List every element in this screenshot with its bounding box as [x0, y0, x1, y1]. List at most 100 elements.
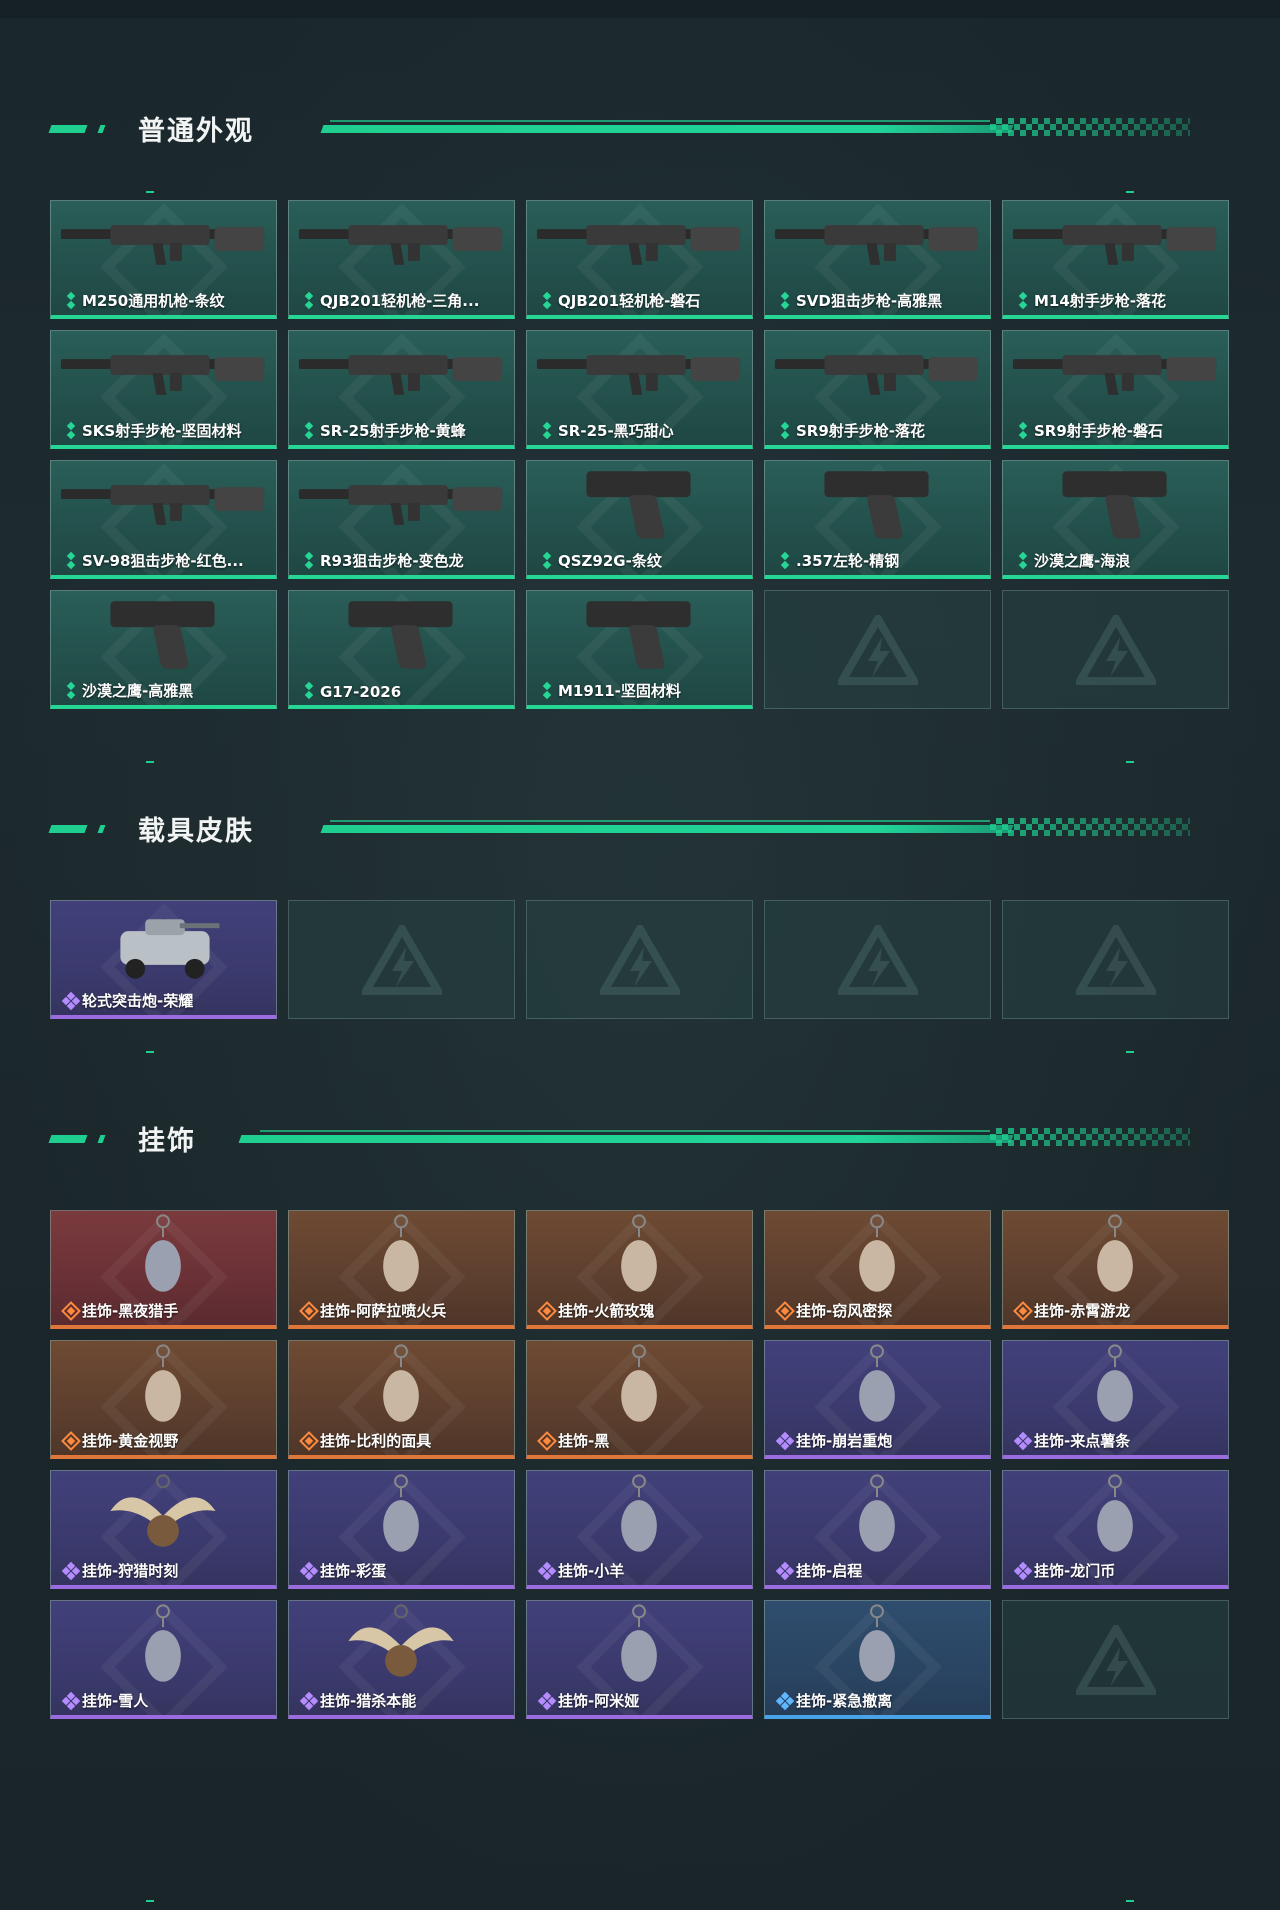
- item-name: SV-98狙击步枪-红色...: [82, 552, 244, 570]
- item-card[interactable]: 挂饰-狩猎时刻: [50, 1470, 277, 1589]
- item-name: 挂饰-黄金视野: [82, 1432, 179, 1450]
- empty-slot: [764, 900, 991, 1019]
- item-card[interactable]: M250通用机枪-条纹: [50, 200, 277, 319]
- item-name: 轮式突击炮-荣耀: [82, 992, 194, 1010]
- item-card[interactable]: 挂饰-比利的面具: [288, 1340, 515, 1459]
- item-card[interactable]: SVD狙击步枪-高雅黑: [764, 200, 991, 319]
- rarity-icon: [63, 681, 79, 700]
- rarity-icon: [301, 551, 317, 570]
- item-card[interactable]: 沙漠之鹰-海浪: [1002, 460, 1229, 579]
- item-card[interactable]: .357左轮-精钢: [764, 460, 991, 579]
- item-card[interactable]: 挂饰-猎杀本能: [288, 1600, 515, 1719]
- machine-gun-icon: [60, 225, 265, 265]
- item-card[interactable]: SV-98狙击步枪-红色...: [50, 460, 277, 579]
- section-title: 挂饰: [138, 1126, 196, 1157]
- item-card[interactable]: 挂饰-启程: [764, 1470, 991, 1589]
- frame-marker: [146, 761, 154, 763]
- header-checker-pattern: [990, 818, 1190, 836]
- item-grid: 轮式突击炮-荣耀: [50, 900, 1230, 1019]
- item-card[interactable]: SR9射手步枪-磐石: [1002, 330, 1229, 449]
- marksman-rifle-icon: [1012, 355, 1217, 395]
- item-card[interactable]: SR-25射手步枪-黄蜂: [288, 330, 515, 449]
- item-card[interactable]: 挂饰-阿萨拉喷火兵: [288, 1210, 515, 1329]
- header-accent-bar: [48, 125, 88, 133]
- item-card[interactable]: R93狙击步枪-变色龙: [288, 460, 515, 579]
- item-name: 挂饰-龙门币: [1034, 1562, 1116, 1580]
- item-card[interactable]: QJB201轻机枪-磐石: [526, 200, 753, 319]
- light-machine-gun-icon: [536, 225, 741, 265]
- rarity-icon: [537, 1691, 557, 1711]
- item-card[interactable]: G17-2026: [288, 590, 515, 709]
- item-card[interactable]: 轮式突击炮-荣耀: [50, 900, 277, 1019]
- item-card[interactable]: 挂饰-窃风密探: [764, 1210, 991, 1329]
- top-bar: [0, 0, 1280, 18]
- placeholder-logo-icon: [1075, 924, 1156, 995]
- rarity-icon: [775, 1301, 795, 1321]
- snowman-charm-icon: [145, 1604, 181, 1682]
- header-line: [238, 1135, 1014, 1143]
- frame-marker: [146, 191, 154, 193]
- item-name: 挂饰-阿萨拉喷火兵: [320, 1302, 447, 1320]
- item-card[interactable]: 挂饰-黄金视野: [50, 1340, 277, 1459]
- item-card[interactable]: 挂饰-来点薯条: [1002, 1340, 1229, 1459]
- item-card[interactable]: 挂饰-黑夜猎手: [50, 1210, 277, 1329]
- mask-charm-icon: [383, 1344, 419, 1422]
- charm-figure-icon: [859, 1214, 895, 1292]
- item-name: 挂饰-小羊: [558, 1562, 625, 1580]
- frame-marker: [146, 1900, 154, 1902]
- item-name: SR-25-黑巧甜心: [558, 422, 674, 440]
- item-card[interactable]: SR-25-黑巧甜心: [526, 330, 753, 449]
- item-card[interactable]: 挂饰-紧急撤离: [764, 1600, 991, 1719]
- marksman-rifle-icon: [536, 355, 741, 395]
- rarity-icon: [61, 1691, 81, 1711]
- rarity-icon: [63, 551, 79, 570]
- rarity-icon: [1015, 421, 1031, 440]
- pistol-icon: [348, 601, 453, 669]
- header-accent-bar: [97, 125, 106, 133]
- item-card[interactable]: 挂饰-龙门币: [1002, 1470, 1229, 1589]
- item-name: 挂饰-赤霄游龙: [1034, 1302, 1131, 1320]
- item-card[interactable]: SR9射手步枪-落花: [764, 330, 991, 449]
- item-card[interactable]: 挂饰-小羊: [526, 1470, 753, 1589]
- item-card[interactable]: 挂饰-火箭玫瑰: [526, 1210, 753, 1329]
- light-machine-gun-icon: [298, 225, 503, 265]
- marksman-rifle-icon: [60, 355, 265, 395]
- item-card[interactable]: 挂饰-赤霄游龙: [1002, 1210, 1229, 1329]
- item-card[interactable]: M1911-坚固材料: [526, 590, 753, 709]
- charm-figure-icon: [621, 1214, 657, 1292]
- marksman-rifle-icon: [1012, 225, 1217, 265]
- item-card[interactable]: 挂饰-雪人: [50, 1600, 277, 1719]
- item-name: 挂饰-火箭玫瑰: [558, 1302, 655, 1320]
- cube-charm-icon: [859, 1604, 895, 1682]
- frame-marker: [1126, 191, 1134, 193]
- item-card[interactable]: 挂饰-崩岩重炮: [764, 1340, 991, 1459]
- sniper-rifle-icon: [298, 485, 503, 525]
- marksman-rifle-icon: [774, 355, 979, 395]
- placeholder-logo-icon: [837, 924, 918, 995]
- item-card[interactable]: 挂饰-黑: [526, 1340, 753, 1459]
- frame-marker: [1126, 1900, 1134, 1902]
- section-header: 挂饰: [0, 1115, 1280, 1159]
- item-card[interactable]: QSZ92G-条纹: [526, 460, 753, 579]
- frame-marker: [146, 1051, 154, 1053]
- item-card[interactable]: 挂饰-阿米娅: [526, 1600, 753, 1719]
- item-card[interactable]: 沙漠之鹰-高雅黑: [50, 590, 277, 709]
- section-header: 载具皮肤: [0, 805, 1280, 849]
- rarity-icon: [299, 1431, 319, 1451]
- empty-slot: [288, 900, 515, 1019]
- header-accent-bar: [48, 825, 88, 833]
- item-card[interactable]: 挂饰-彩蛋: [288, 1470, 515, 1589]
- section-title: 普通外观: [138, 116, 254, 147]
- placeholder-logo-icon: [1075, 1624, 1156, 1695]
- rarity-icon: [775, 1561, 795, 1581]
- rarity-icon: [61, 1561, 81, 1581]
- header-checker-pattern: [990, 1128, 1190, 1146]
- item-card[interactable]: SKS射手步枪-坚固材料: [50, 330, 277, 449]
- rarity-icon: [1013, 1431, 1033, 1451]
- item-card[interactable]: QJB201轻机枪-三角...: [288, 200, 515, 319]
- tag-charm-icon: [621, 1344, 657, 1422]
- item-name: QJB201轻机枪-磐石: [558, 292, 701, 310]
- item-card[interactable]: M14射手步枪-落花: [1002, 200, 1229, 319]
- rarity-icon: [63, 421, 79, 440]
- item-name: SR9射手步枪-磐石: [1034, 422, 1164, 440]
